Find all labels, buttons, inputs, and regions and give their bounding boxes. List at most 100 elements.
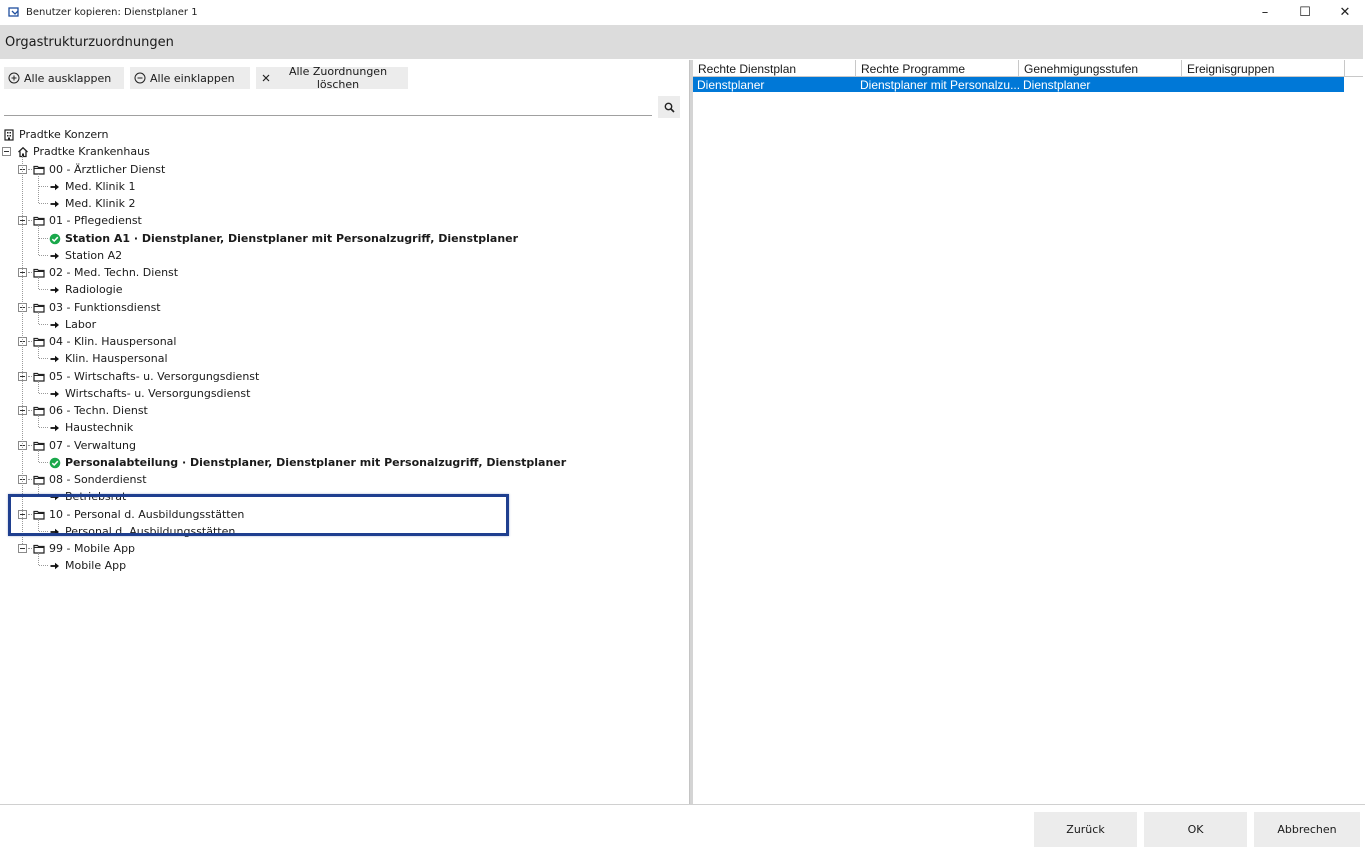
tree-node-leaf[interactable]: Personalabteilung · Dienstplaner, Dienst… (49, 454, 566, 471)
tree-connector (28, 169, 32, 170)
column-header-ereignisgruppen[interactable]: Ereignisgruppen (1182, 60, 1345, 77)
column-header-rechte-dienstplan[interactable]: Rechte Dienstplan (693, 60, 856, 77)
clear-assignments-label: Alle Zuordnungen löschen (288, 65, 388, 91)
tree-node-group[interactable]: 02 - Med. Techn. Dienst (33, 264, 178, 281)
tree-node-label: Radiologie (65, 283, 123, 296)
expand-all-button[interactable]: Alle ausklappen (4, 67, 124, 89)
tree-connector (38, 225, 39, 255)
tree-connector (28, 220, 32, 221)
rights-grid-pane: Rechte Dienstplan Rechte Programme Geneh… (693, 60, 1363, 804)
tree-node-label: Klin. Hauspersonal (65, 352, 168, 365)
folder-icon (33, 336, 45, 348)
minimize-button[interactable]: – (1245, 0, 1285, 24)
tree-node-group[interactable]: 03 - Funktionsdienst (33, 299, 161, 316)
tree-node-root[interactable]: Pradtke Konzern (3, 126, 108, 143)
cell-rechte-dienstplan: Dienstplaner (697, 77, 765, 92)
arrow-right-icon (49, 388, 61, 400)
tree-connector (28, 479, 32, 480)
tree-connector (28, 376, 32, 377)
tree-node-leaf[interactable]: Betriebsrat (49, 488, 126, 505)
column-header-rechte-programme[interactable]: Rechte Programme (856, 60, 1019, 77)
cancel-button[interactable]: Abbrechen (1254, 812, 1360, 847)
tree-connector (38, 519, 39, 531)
tree-connector (28, 410, 32, 411)
tree-connector (39, 289, 48, 290)
tree-node-group[interactable]: 99 - Mobile App (33, 540, 135, 557)
org-structure-pane: Alle ausklappen Alle einklappen Alle Zuo… (0, 60, 690, 804)
ok-button[interactable]: OK (1144, 812, 1247, 847)
tree-connector (39, 462, 48, 463)
arrow-right-icon (49, 526, 61, 538)
folder-icon (33, 474, 45, 486)
building-icon (3, 128, 15, 141)
cell-genehmigungsstufen: Dienstplaner (1023, 77, 1091, 92)
folder-icon (33, 405, 45, 417)
close-icon (260, 72, 272, 84)
tree-node-label: 99 - Mobile App (49, 542, 136, 555)
title-bar: Benutzer kopieren: Dienstplaner 1 – ☐ ✕ (0, 0, 1365, 24)
tree-node-leaf[interactable]: Klin. Hauspersonal (49, 350, 168, 367)
tree-connector (28, 514, 32, 515)
folder-icon (33, 215, 45, 227)
collapse-toggle[interactable] (18, 544, 27, 553)
tree-node-label: 06 - Techn. Dienst (49, 404, 148, 417)
arrow-right-icon (49, 422, 61, 434)
tree-connector (39, 186, 48, 187)
tree-node-label: Betriebsrat (65, 490, 127, 503)
collapse-toggle[interactable] (2, 147, 11, 156)
tree-node-label: 10 - Personal d. Ausbildungsstätten (49, 508, 245, 521)
tree-connector (39, 238, 48, 239)
check-circle-icon (49, 233, 61, 245)
tree-connector (28, 548, 32, 549)
tree-node-label: Station A1 · Dienstplaner, Dienstplaner … (65, 232, 519, 245)
arrow-right-icon (49, 491, 61, 503)
collapse-all-label: Alle einklappen (150, 71, 235, 85)
back-button[interactable]: Zurück (1034, 812, 1137, 847)
app-icon (8, 6, 20, 18)
folder-icon (33, 164, 45, 176)
tree-node-group[interactable]: 00 - Ärztlicher Dienst (33, 161, 165, 178)
tree-node-leaf[interactable]: Radiologie (49, 281, 123, 298)
tree-connector (38, 312, 39, 324)
clear-assignments-button[interactable]: Alle Zuordnungen löschen (256, 65, 408, 91)
tree-node-label: 07 - Verwaltung (49, 439, 136, 452)
tree-node-group[interactable]: 05 - Wirtschafts- u. Versorgungsdienst (33, 368, 259, 385)
collapse-all-button[interactable]: Alle einklappen (130, 67, 250, 89)
tree-node-leaf[interactable]: Station A1 · Dienstplaner, Dienstplaner … (49, 230, 518, 247)
tree-connector (38, 484, 39, 496)
folder-icon (33, 267, 45, 279)
tree-node-leaf[interactable]: Med. Klinik 1 (49, 178, 135, 195)
tree-node-group[interactable]: 04 - Klin. Hauspersonal (33, 333, 176, 350)
tree-node-leaf[interactable]: Wirtschafts- u. Versorgungsdienst (49, 385, 250, 402)
search-button[interactable] (658, 96, 680, 118)
tree-node-leaf[interactable]: Mobile App (49, 557, 126, 574)
tree-connector (38, 553, 39, 565)
arrow-right-icon (49, 198, 61, 210)
tree-node-group[interactable]: 10 - Personal d. Ausbildungsstätten (33, 506, 244, 523)
section-title: Orgastrukturzuordnungen (0, 25, 1363, 59)
tree-node-leaf[interactable]: Personal d. Ausbildungsstätten (49, 523, 235, 540)
folder-icon (33, 509, 45, 521)
table-row[interactable]: Dienstplaner Dienstplaner mit Personalzu… (693, 77, 1344, 92)
maximize-button[interactable]: ☐ (1285, 0, 1325, 24)
close-button[interactable]: ✕ (1325, 0, 1365, 24)
tree-node-group[interactable]: 06 - Techn. Dienst (33, 402, 148, 419)
tree-connector (38, 174, 39, 203)
tree-node-group[interactable]: 07 - Verwaltung (33, 437, 136, 454)
column-header-genehmigungsstufen[interactable]: Genehmigungsstufen (1019, 60, 1182, 77)
tree-node-leaf[interactable]: Haustechnik (49, 419, 133, 436)
search-icon (664, 102, 675, 113)
tree-node-group[interactable]: 01 - Pflegedienst (33, 212, 142, 229)
tree-toolbar: Alle ausklappen Alle einklappen Alle Zuo… (4, 65, 408, 91)
tree-node-label: Pradtke Krankenhaus (33, 145, 150, 158)
tree-node-label: Station A2 (65, 249, 123, 262)
tree-node-leaf[interactable]: Station A2 (49, 247, 122, 264)
tree-node-leaf[interactable]: Med. Klinik 2 (49, 195, 135, 212)
tree-node-leaf[interactable]: Labor (49, 316, 96, 333)
tree-node-label: Med. Klinik 1 (65, 180, 136, 193)
tree-node-group[interactable]: 08 - Sonderdienst (33, 471, 147, 488)
search-input[interactable] (4, 96, 652, 116)
tree-node-hospital[interactable]: Pradtke Krankenhaus (17, 143, 150, 160)
tree-node-label: Haustechnik (65, 421, 134, 434)
arrow-right-icon (49, 284, 61, 296)
